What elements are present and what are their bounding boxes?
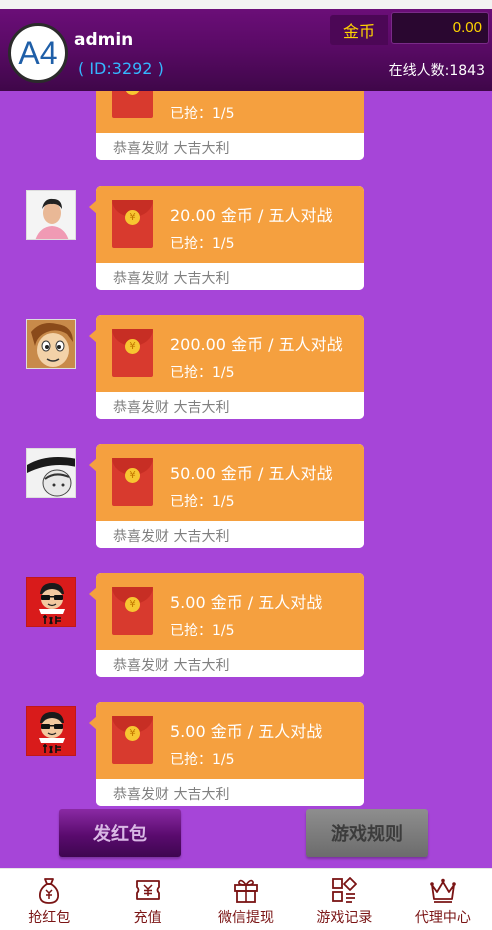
user-avatar[interactable]: A4 — [8, 23, 68, 83]
user-id: ( ID:3292 ) — [78, 59, 164, 78]
packet-blessing: 恭喜发财 大吉大利 — [96, 133, 364, 160]
red-packet-bubble[interactable]: ¥ 20.00 金币 / 五人对战 已抢：1/5 恭喜发财 大吉大利 — [96, 186, 364, 290]
red-packet-bubble[interactable]: ¥ 50.00 金币 / 五人对战 已抢：1/5 恭喜发财 大吉大利 — [96, 444, 364, 548]
red-packet-bubble[interactable]: ¥ 5.00 金币 / 五人对战 已抢：1/5 恭喜发财 大吉大利 — [96, 573, 364, 677]
packet-grabbed: 已抢：1/5 — [170, 752, 235, 768]
packet-blessing: 恭喜发财 大吉大利 — [96, 392, 364, 419]
packet-amount: 50.00 金币 / 五人对战 — [170, 464, 333, 483]
crown-icon — [430, 878, 456, 903]
cartoon-face-icon — [27, 320, 75, 368]
red-envelope-icon: ¥ — [112, 200, 153, 248]
packet-blessing: 恭喜发财 大吉大利 — [96, 650, 364, 677]
gift-icon — [234, 879, 258, 903]
sketch-portrait-icon — [27, 449, 75, 497]
nav-item-grab[interactable]: 抢红包 — [0, 869, 98, 930]
packet-amount: 5.00 金币 / 五人对战 — [170, 722, 323, 741]
sender-avatar — [26, 448, 76, 498]
red-envelope-icon: ¥ — [112, 458, 153, 506]
packet-amount: 5.00 金币 / 五人对战 — [170, 593, 323, 612]
robot-avatar-icon — [27, 578, 75, 626]
coin-label: 金币 — [330, 15, 388, 45]
nav-item-agent[interactable]: 代理中心 — [394, 869, 492, 930]
money-bag-icon — [39, 878, 60, 904]
red-envelope-icon: ¥ — [112, 91, 153, 118]
send-red-packet-button[interactable]: 发红包 — [59, 809, 181, 857]
nav-item-records[interactable]: 游戏记录 — [295, 869, 393, 930]
packet-grabbed: 已抢：1/5 — [170, 365, 235, 381]
nav-label: 游戏记录 — [316, 910, 373, 926]
bottom-nav: 抢红包 充值 微信提现 游戏记录 代理中心 — [0, 868, 492, 930]
sender-avatar — [26, 319, 76, 369]
packet-blessing: 恭喜发财 大吉大利 — [96, 779, 364, 806]
game-rules-button[interactable]: 游戏规则 — [306, 809, 428, 857]
packet-grabbed: 已抢：1/5 — [170, 106, 235, 122]
packet-amount: 20.00 金币 / 五人对战 — [170, 206, 333, 225]
man-portrait-icon — [27, 191, 75, 239]
header-bar: A4 admin ( ID:3292 ) 金币 0.00 在线人数:1843 — [0, 9, 492, 91]
packet-amount: 200.00 金币 / 五人对战 — [170, 335, 343, 354]
packet-grabbed: 已抢：1/5 — [170, 236, 235, 252]
list-item: ¥ 200.00 金币 / 五人对战 已抢：1/5 恭喜发财 大吉大利 — [0, 315, 492, 420]
nav-item-withdraw[interactable]: 微信提现 — [197, 869, 295, 930]
nav-label: 代理中心 — [414, 910, 471, 926]
packet-blessing: 恭喜发财 大吉大利 — [96, 521, 364, 548]
nav-label: 抢红包 — [28, 910, 71, 926]
packet-grabbed: 已抢：1/5 — [170, 494, 235, 510]
red-packet-bubble[interactable]: ¥ 5.00 金币 / 五人对战 已抢：1/5 恭喜发财 大吉大利 — [96, 702, 364, 806]
nav-item-recharge[interactable]: 充值 — [98, 869, 196, 930]
sender-avatar — [26, 190, 76, 240]
list-item: ¥ 已抢：1/5 恭喜发财 大吉大利 — [0, 91, 492, 161]
sender-avatar — [26, 706, 76, 756]
red-envelope-icon: ¥ — [112, 587, 153, 635]
red-packet-bubble[interactable]: ¥ 已抢：1/5 恭喜发财 大吉大利 — [96, 91, 364, 160]
list-item: ¥ 50.00 金币 / 五人对战 已抢：1/5 恭喜发财 大吉大利 — [0, 444, 492, 549]
packet-grabbed: 已抢：1/5 — [170, 623, 235, 639]
username: admin — [74, 30, 134, 50]
packet-blessing: 恭喜发财 大吉大利 — [96, 263, 364, 290]
list-item: ¥ 20.00 金币 / 五人对战 已抢：1/5 恭喜发财 大吉大利 — [0, 186, 492, 291]
nav-label: 微信提现 — [218, 910, 275, 926]
coin-balance: 0.00 — [391, 12, 489, 44]
chat-list[interactable]: ¥ 已抢：1/5 恭喜发财 大吉大利 ¥ 20.00 金币 / 五人对战 已抢：… — [0, 91, 492, 868]
yuan-ticket-icon — [135, 880, 160, 900]
red-envelope-icon: ¥ — [112, 329, 153, 377]
red-envelope-icon: ¥ — [112, 716, 153, 764]
list-item: ¥ 5.00 金币 / 五人对战 已抢：1/5 恭喜发财 大吉大利 — [0, 573, 492, 678]
list-item: ¥ 5.00 金币 / 五人对战 已抢：1/5 恭喜发财 大吉大利 — [0, 702, 492, 807]
nav-label: 充值 — [133, 910, 162, 926]
red-packet-bubble[interactable]: ¥ 200.00 金币 / 五人对战 已抢：1/5 恭喜发财 大吉大利 — [96, 315, 364, 419]
sender-avatar — [26, 577, 76, 627]
record-grid-icon — [332, 877, 358, 903]
status-strip — [0, 0, 492, 9]
online-count: 在线人数:1843 — [388, 63, 485, 79]
robot-avatar-icon — [27, 707, 75, 755]
